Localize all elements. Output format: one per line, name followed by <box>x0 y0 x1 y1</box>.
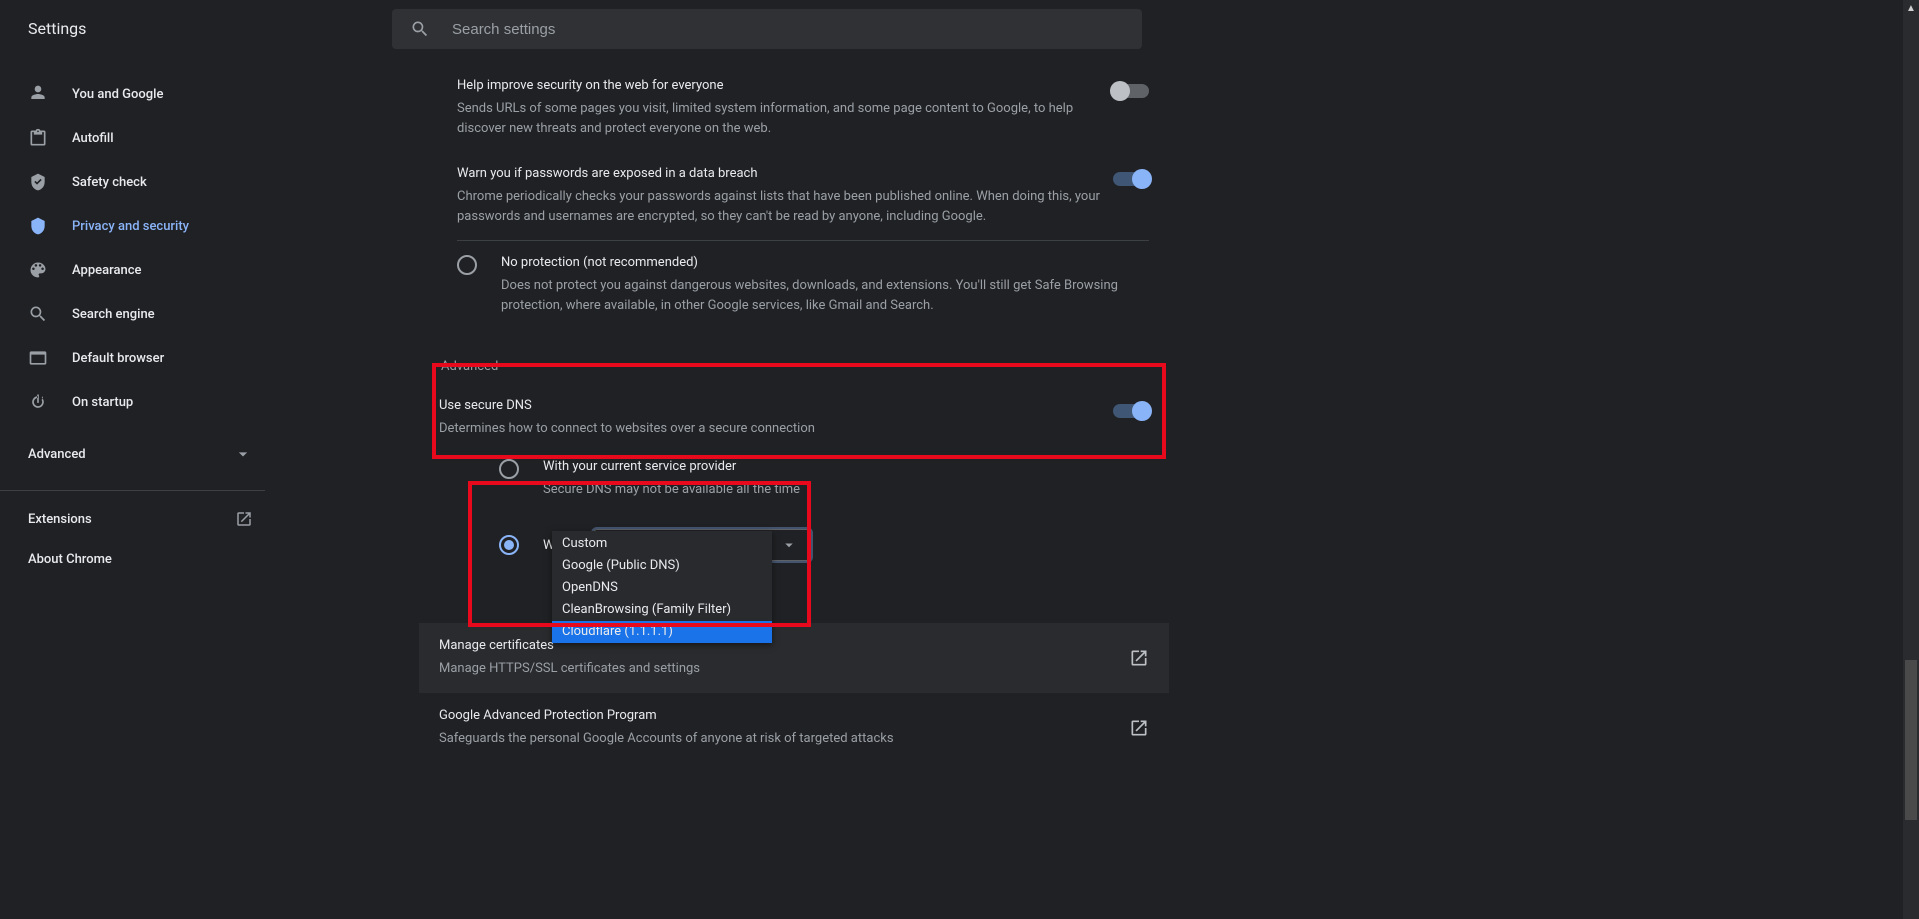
sidebar-item-about-chrome[interactable]: About Chrome <box>0 539 281 579</box>
scrollbar-track[interactable]: ▲ <box>1903 0 1919 919</box>
setting-title: Use secure DNS <box>439 398 1101 413</box>
setting-secure-dns: Use secure DNS Determines how to connect… <box>419 384 1169 453</box>
search-input[interactable] <box>450 20 1054 39</box>
sidebar-item-label: Autofill <box>72 131 114 146</box>
toggle-secure-dns[interactable] <box>1113 404 1149 418</box>
setting-title: No protection (not recommended) <box>501 255 1149 270</box>
radio-with-custom[interactable] <box>499 535 519 555</box>
settings-content: Help improve security on the web for eve… <box>419 56 1169 919</box>
manage-certificates-row[interactable]: Manage certificates Manage HTTPS/SSL cer… <box>419 623 1169 693</box>
dns-option[interactable]: Google (Public DNS) <box>552 555 772 577</box>
sidebar-item-label: Privacy and security <box>72 219 189 234</box>
toggle-warn-breach[interactable] <box>1113 172 1149 186</box>
sidebar-item-label: Default browser <box>72 351 164 366</box>
sidebar-item-default-browser[interactable]: Default browser <box>0 338 281 378</box>
shield-check-icon <box>28 172 48 192</box>
setting-help-improve: Help improve security on the web for eve… <box>419 64 1169 152</box>
option-title: With your current service provider <box>543 459 800 474</box>
sidebar-item-autofill[interactable]: Autofill <box>0 118 281 158</box>
dns-option[interactable]: Custom <box>552 533 772 555</box>
sidebar-item-label: Appearance <box>72 263 141 278</box>
scrollbar-thumb[interactable] <box>1905 660 1917 820</box>
sidebar-item-label: Extensions <box>28 512 92 527</box>
setting-title: Help improve security on the web for eve… <box>457 78 1101 93</box>
search-container[interactable] <box>392 9 1142 49</box>
sidebar-item-search-engine[interactable]: Search engine <box>0 294 281 334</box>
search-icon <box>410 19 430 39</box>
section-advanced-label: Advanced <box>419 329 1169 384</box>
toggle-help-improve[interactable] <box>1113 84 1149 98</box>
sidebar-item-label: You and Google <box>72 87 163 102</box>
dns-provider-dropdown[interactable]: CustomGoogle (Public DNS)OpenDNSCleanBro… <box>552 531 772 643</box>
window-icon <box>28 348 48 368</box>
sidebar-item-label: Safety check <box>72 175 147 190</box>
sidebar-item-label: About Chrome <box>28 552 112 567</box>
secure-dns-current-provider[interactable]: With your current service provider Secur… <box>419 453 1169 506</box>
sidebar-item-privacy-security[interactable]: Privacy and security <box>0 206 281 246</box>
sidebar-item-safety-check[interactable]: Safety check <box>0 162 281 202</box>
header: Settings <box>0 0 1919 56</box>
setting-desc: Does not protect you against dangerous w… <box>501 276 1149 315</box>
app-title: Settings <box>0 19 392 38</box>
shield-icon <box>28 216 48 236</box>
open-in-new-icon <box>1129 648 1149 668</box>
sidebar-item-you-and-google[interactable]: You and Google <box>0 74 281 114</box>
setting-desc: Determines how to connect to websites ov… <box>439 419 1101 439</box>
sidebar-advanced-label: Advanced <box>28 447 86 462</box>
sidebar: You and Google Autofill Safety check Pri… <box>0 56 281 919</box>
setting-title: Warn you if passwords are exposed in a d… <box>457 166 1101 181</box>
option-desc: Secure DNS may not be available all the … <box>543 480 800 500</box>
open-in-new-icon <box>235 510 253 528</box>
sidebar-item-extensions[interactable]: Extensions <box>0 499 281 539</box>
palette-icon <box>28 260 48 280</box>
setting-desc: Chrome periodically checks your password… <box>457 187 1101 226</box>
sidebar-divider <box>0 490 265 491</box>
setting-desc: Manage HTTPS/SSL certificates and settin… <box>439 659 700 679</box>
setting-desc: Safeguards the personal Google Accounts … <box>439 729 894 749</box>
radio-no-protection[interactable] <box>457 255 477 275</box>
dns-option[interactable]: Cloudflare (1.1.1.1) <box>552 621 772 643</box>
sidebar-item-label: On startup <box>72 395 133 410</box>
secure-dns-with-row: With Cloudflare (1.1.1.1) <box>419 523 1169 567</box>
chevron-down-icon <box>233 444 253 464</box>
dns-option[interactable]: CleanBrowsing (Family Filter) <box>552 599 772 621</box>
setting-warn-breach: Warn you if passwords are exposed in a d… <box>419 152 1169 240</box>
scroll-up-icon[interactable]: ▲ <box>1903 0 1919 16</box>
chevron-down-icon <box>780 536 798 554</box>
sidebar-item-appearance[interactable]: Appearance <box>0 250 281 290</box>
open-in-new-icon <box>1129 718 1149 738</box>
search-icon <box>28 304 48 324</box>
setting-no-protection[interactable]: No protection (not recommended) Does not… <box>457 240 1149 329</box>
advanced-protection-row[interactable]: Google Advanced Protection Program Safeg… <box>419 693 1169 763</box>
sidebar-item-on-startup[interactable]: On startup <box>0 382 281 422</box>
setting-title: Google Advanced Protection Program <box>439 708 894 723</box>
sidebar-advanced-toggle[interactable]: Advanced <box>0 434 281 474</box>
setting-desc: Sends URLs of some pages you visit, limi… <box>457 99 1101 138</box>
clipboard-icon <box>28 128 48 148</box>
person-icon <box>28 84 48 104</box>
dns-option[interactable]: OpenDNS <box>552 577 772 599</box>
power-icon <box>28 392 48 412</box>
sidebar-item-label: Search engine <box>72 307 155 322</box>
radio-current-provider[interactable] <box>499 459 519 479</box>
